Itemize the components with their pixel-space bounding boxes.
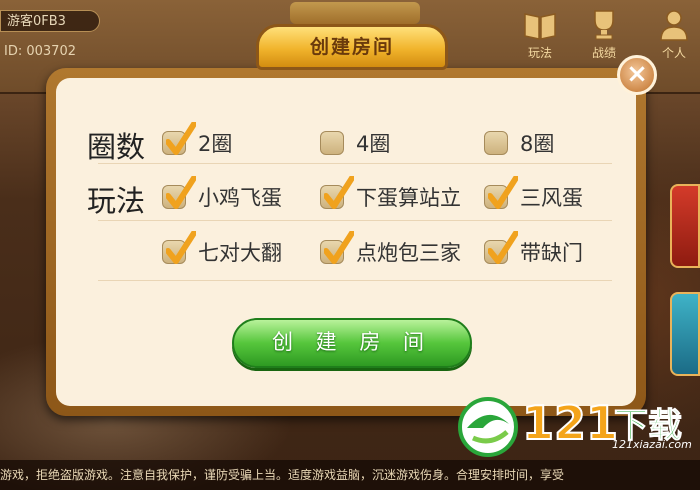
download-site-logo [458,397,518,457]
side-menu-teal-tile[interactable] [670,292,700,376]
rounds-option-8[interactable]: 8圈 [484,128,554,158]
checkbox[interactable] [320,131,344,155]
player-id: ID: 003702 [4,44,76,59]
option-label: 8圈 [520,132,555,156]
book-icon [524,13,556,40]
checkbox[interactable] [320,231,354,264]
checkmark-icon [324,231,354,264]
watermark-number: 121 [521,395,619,451]
row-divider [98,220,612,221]
game-logo-banner [290,2,420,24]
option-label: 三风蛋 [520,186,583,210]
rule-option-discard-pay[interactable]: 点炮包三家 [320,231,461,267]
checkbox[interactable] [162,122,196,155]
checkbox[interactable] [484,131,508,155]
rules-label: 玩法 [527,46,552,60]
side-menu-red-tile[interactable] [670,184,700,268]
trophy-icon [594,10,614,40]
rounds-option-2[interactable]: 2圈 [162,122,233,158]
option-label: 带缺门 [520,241,583,265]
player-name: 游客0FB3 [0,10,100,32]
checkbox[interactable] [484,176,518,209]
option-label: 七对大翻 [198,241,282,265]
rules-button[interactable]: 玩法 [512,8,568,61]
rule-option-three-wind[interactable]: 三风蛋 [484,176,583,212]
option-label: 下蛋算站立 [356,186,461,210]
rule-option-seven-pairs[interactable]: 七对大翻 [162,231,282,267]
profile-button[interactable]: 个人 [646,8,700,61]
profile-label: 个人 [661,46,686,60]
close-button[interactable]: × [617,55,657,95]
record-button[interactable]: 战绩 [576,8,632,61]
notice-ticker: 游戏，拒绝盗版游戏。注意自我保护，谨防受骗上当。适度游戏益脑，沉迷游戏伤身。合理… [0,460,700,490]
rounds-label: 圈数 [87,130,146,164]
create-room-button[interactable]: 创 建 房 间 [232,318,472,368]
checkmark-icon [488,231,518,264]
watermark-url: 121xiazai.com [612,438,692,451]
dialog-title: 创建房间 [256,24,448,70]
option-label: 点炮包三家 [356,241,461,265]
rule-option-chick-egg[interactable]: 小鸡飞蛋 [162,176,282,212]
checkbox[interactable] [484,231,518,264]
option-label: 小鸡飞蛋 [198,186,282,210]
option-label: 4圈 [356,132,391,156]
checkmark-icon [166,231,196,264]
option-label: 2圈 [198,132,233,156]
record-label: 战绩 [591,46,616,60]
checkmark-icon [324,176,354,209]
checkmark-icon [166,122,196,155]
row-divider [98,280,612,281]
checkbox[interactable] [162,231,196,264]
checkbox[interactable] [320,176,354,209]
rules-label: 玩法 [87,184,146,218]
rule-option-egg-stand[interactable]: 下蛋算站立 [320,176,461,212]
person-icon [660,10,688,41]
checkmark-icon [166,176,196,209]
checkbox[interactable] [162,176,196,209]
checkmark-icon [488,176,518,209]
row-divider [98,163,612,164]
rounds-option-4[interactable]: 4圈 [320,128,390,158]
rule-option-missing-suit[interactable]: 带缺门 [484,231,583,267]
